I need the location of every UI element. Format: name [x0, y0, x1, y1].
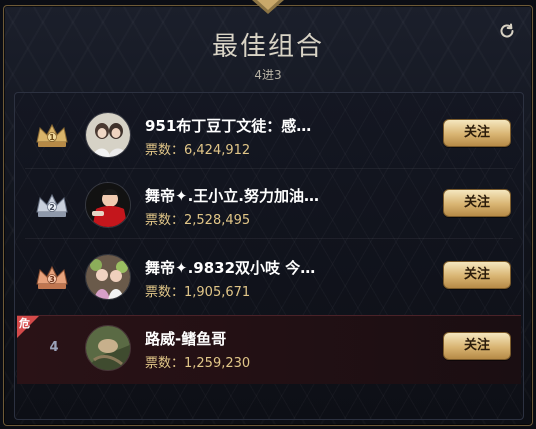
list-item: 2 舞帝✦.王小立.努力加油… 票数：2,528,495 关注	[17, 173, 521, 239]
rank-number: 4	[49, 340, 59, 355]
list-item-danger: 危 4 路威-鳍鱼哥 票数：1,259,230 关注	[17, 315, 521, 384]
avatar[interactable]	[85, 112, 131, 158]
refresh-icon[interactable]	[498, 22, 516, 40]
list-item: 1 951布丁豆丁文徒：感… 票数：6,424,912 关注	[17, 103, 521, 169]
contestant-name[interactable]: 舞帝✦.9832双小吱 今…	[145, 257, 410, 278]
contestant-name[interactable]: 951布丁豆丁文徒：感…	[145, 115, 410, 136]
gold-crown-icon: 1	[36, 123, 68, 147]
page-subtitle: 4进3	[254, 68, 282, 82]
contestant-name[interactable]: 路威-鳍鱼哥	[145, 328, 410, 349]
row-divider	[25, 168, 513, 169]
follow-button[interactable]: 关注	[443, 189, 511, 217]
follow-button[interactable]: 关注	[443, 332, 511, 360]
row-divider	[25, 238, 513, 239]
avatar[interactable]	[85, 254, 131, 300]
contestant-name[interactable]: 舞帝✦.王小立.努力加油…	[145, 185, 410, 206]
vote-count: 票数：1,259,230	[145, 356, 251, 371]
vote-count: 票数：1,905,671	[145, 285, 251, 300]
bronze-crown-icon: 3	[36, 265, 68, 289]
vote-count: 票数：2,528,495	[145, 213, 251, 228]
vote-count: 票数：6,424,912	[145, 143, 251, 158]
rank-number: 3	[49, 275, 55, 284]
follow-button[interactable]: 关注	[443, 261, 511, 289]
list-item: 3 舞帝✦.9832双小吱 今… 票数：1,905,671 关注	[17, 245, 521, 311]
page-title: 最佳组合	[211, 32, 324, 62]
rank-number: 1	[49, 133, 55, 142]
ranking-list: 1 951布丁豆丁文徒：感… 票数：6,424,912 关注 2 舞帝✦.王小立…	[14, 92, 524, 420]
avatar[interactable]	[85, 325, 131, 371]
danger-label: 危	[19, 317, 30, 330]
follow-button[interactable]: 关注	[443, 119, 511, 147]
avatar[interactable]	[85, 182, 131, 228]
top-ornament-icon	[252, 0, 284, 14]
silver-crown-icon: 2	[36, 193, 68, 217]
rank-number: 2	[49, 203, 55, 212]
